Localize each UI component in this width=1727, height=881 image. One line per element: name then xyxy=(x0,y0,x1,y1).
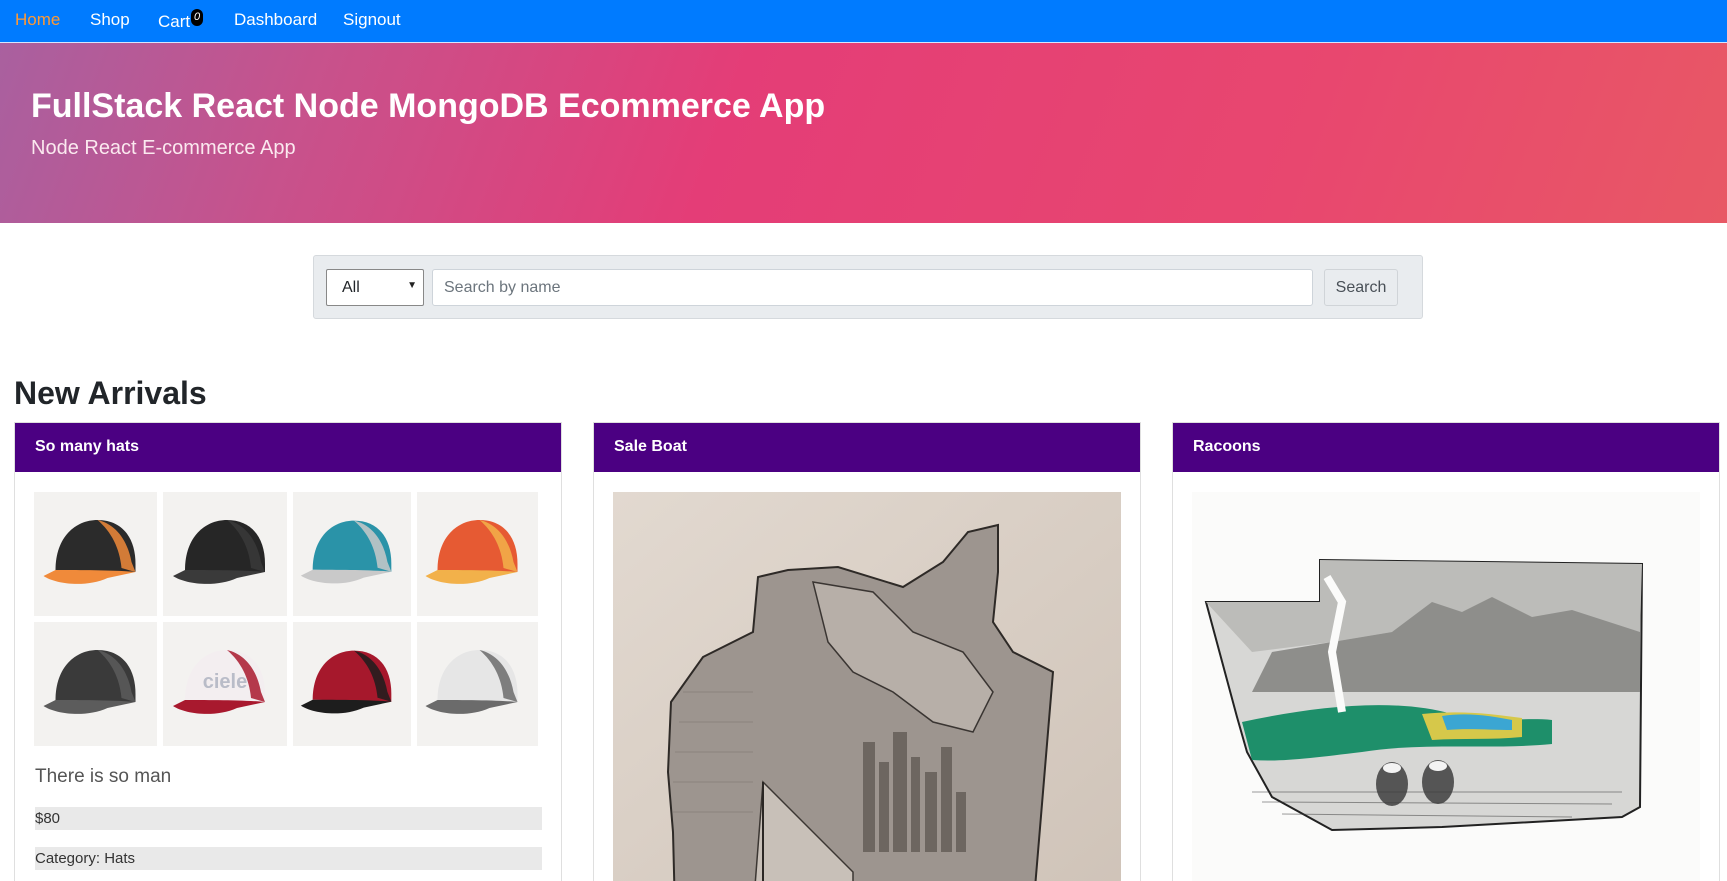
search-form: All ▼ Search xyxy=(313,255,1423,319)
top-navbar: Home Shop Cart 0 Dashboard Signout xyxy=(0,0,1727,43)
nav-dashboard-link[interactable]: Dashboard xyxy=(234,10,317,30)
nav-home-link[interactable]: Home xyxy=(15,10,60,30)
category-select-value: All xyxy=(342,279,360,296)
search-button[interactable]: Search xyxy=(1324,269,1398,306)
product-card: So many hats ciele There is so man $80 C… xyxy=(14,422,562,881)
nav-shop-link[interactable]: Shop xyxy=(90,10,130,30)
chevron-down-icon: ▼ xyxy=(407,280,417,291)
nav-cart-link[interactable]: Cart xyxy=(158,12,190,32)
category-select[interactable]: All ▼ xyxy=(326,269,424,306)
product-card-title[interactable]: So many hats xyxy=(15,423,561,472)
hero-banner: FullStack React Node MongoDB Ecommerce A… xyxy=(0,43,1727,223)
cart-count-badge: 0 xyxy=(191,9,203,26)
hero-subtitle: Node React E-commerce App xyxy=(31,137,296,159)
product-image-boat-sketch[interactable] xyxy=(613,492,1121,881)
hat-brand-text: ciele xyxy=(203,671,247,693)
product-card: Racoons xyxy=(1172,422,1720,881)
hat-thumbnail xyxy=(417,492,538,616)
hat-thumbnail xyxy=(34,622,157,746)
hero-title: FullStack React Node MongoDB Ecommerce A… xyxy=(31,87,826,125)
product-image-hats[interactable]: ciele xyxy=(34,492,542,746)
hat-thumbnail xyxy=(293,492,411,616)
hat-thumbnail xyxy=(163,492,287,616)
hat-thumbnail xyxy=(293,622,411,746)
product-price: $80 xyxy=(35,807,542,830)
nav-signout-link[interactable]: Signout xyxy=(343,10,401,30)
hat-thumbnail: ciele xyxy=(163,622,287,746)
product-card-title[interactable]: Sale Boat xyxy=(594,423,1140,472)
hat-thumbnail xyxy=(34,492,157,616)
product-category: Category: Hats xyxy=(35,847,542,870)
product-description: There is so man xyxy=(35,766,172,787)
search-input[interactable] xyxy=(432,269,1313,306)
product-card: Sale Boat xyxy=(593,422,1141,881)
hat-thumbnail xyxy=(417,622,538,746)
product-card-title[interactable]: Racoons xyxy=(1173,423,1719,472)
new-arrivals-heading: New Arrivals xyxy=(14,375,207,411)
product-image-racoons-sketch[interactable] xyxy=(1192,492,1700,881)
